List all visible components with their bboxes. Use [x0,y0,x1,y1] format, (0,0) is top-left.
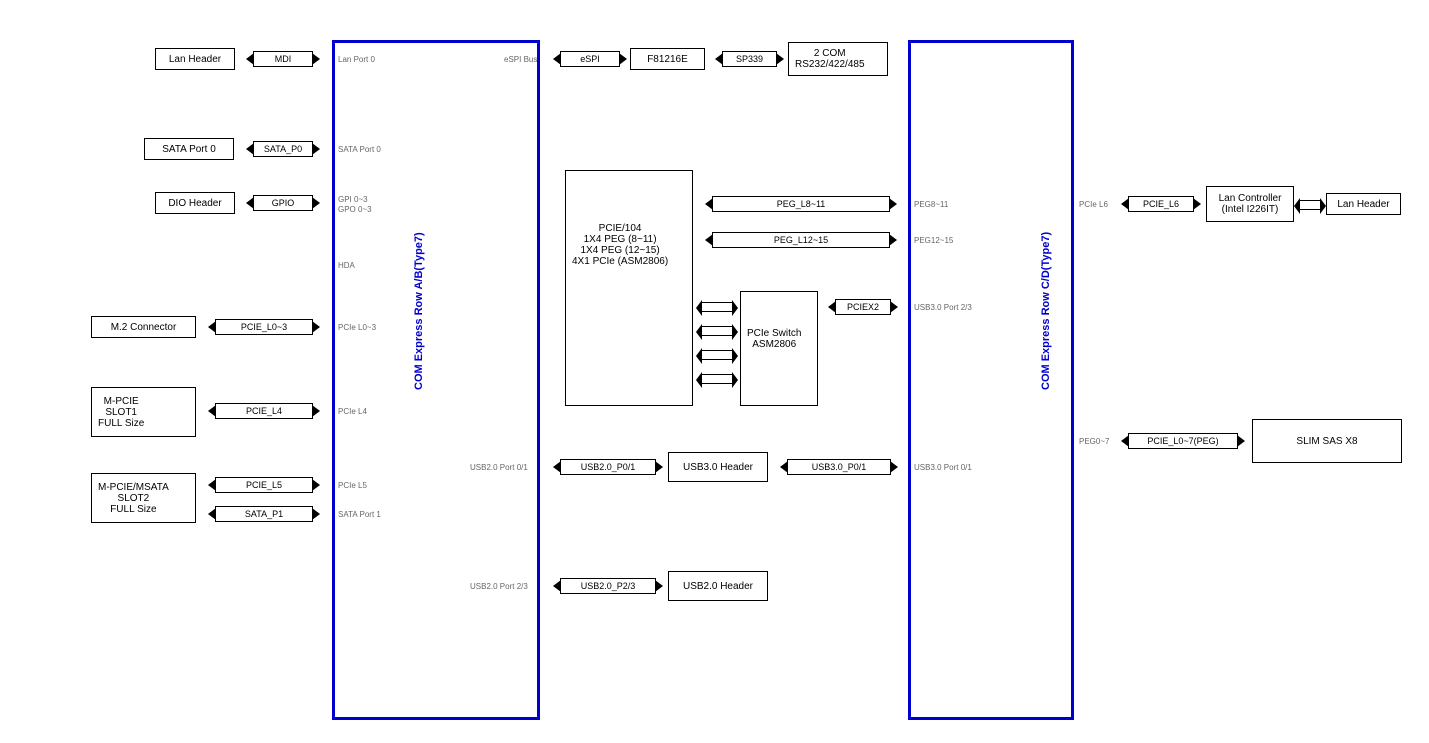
gpio-label: GPIO [272,198,295,208]
pciex2-label: PCIEX2 [847,302,879,312]
sata-p1-arrow: SATA_P1 [215,506,313,522]
dio-header-box: DIO Header [155,192,235,214]
pcie-l0-3-arrow: PCIE_L0~3 [215,319,313,335]
usb20-header-box: USB2.0 Header [668,571,768,601]
usb30-01-pin: USB3.0 Port 0/1 [914,463,972,472]
lan-ctrl-conn [1300,200,1320,210]
row-cd-label: COM Express Row C/D(Type7) [1040,180,1052,390]
row-ab-box [332,40,540,720]
usb30-p01-label: USB3.0_P0/1 [812,462,867,472]
pcie-l5-arrow: PCIE_L5 [215,477,313,493]
mpcie2-box: M-PCIE/MSATA SLOT2 FULL Size [91,473,196,523]
pcie-switch-box: PCIe Switch ASM2806 [740,291,818,406]
pcie-l4-pin: PCIe L4 [338,407,367,416]
pcie-sw-conn-4 [702,374,732,384]
lan-controller-box: Lan Controller (Intel I226IT) [1206,186,1294,222]
espi-arrow: eSPI [560,51,620,67]
pcie-l4-arrow: PCIE_L4 [215,403,313,419]
usb20-01-pin: USB2.0 Port 0/1 [470,463,528,472]
pcie-sw-conn-2 [702,326,732,336]
peg12-15-pin: PEG12~15 [914,236,953,245]
espi-bus-pin: eSPI Bus [504,55,537,64]
f81216e-box: F81216E [630,48,705,70]
usb20-p01-arrow: USB2.0_P0/1 [560,459,656,475]
pcie-l4-label: PCIE_L4 [246,406,282,416]
m2-connector-box: M.2 Connector [91,316,196,338]
pcie-l0-3-pin: PCIe L0~3 [338,323,376,332]
sp339-label: SP339 [736,54,763,64]
mdi-label: MDI [275,54,292,64]
usb20-p01-label: USB2.0_P0/1 [581,462,636,472]
pcie-l0-3-label: PCIE_L0~3 [241,322,287,332]
sp339-arrow: SP339 [722,51,777,67]
row-ab-label: COM Express Row A/B(Type7) [413,180,425,390]
pcie104-box: PCIE/104 1X4 PEG (8~11) 1X4 PEG (12~15) … [565,170,693,406]
pcie-sw-conn-3 [702,350,732,360]
peg-l8-11-arrow: PEG_L8~11 [712,196,890,212]
pcie-l5-label: PCIE_L5 [246,480,282,490]
com2-box: 2 COM RS232/422/485 [788,42,888,76]
lan-header-right-box: Lan Header [1326,193,1401,215]
usb30-23-pin: USB3.0 Port 2/3 [914,303,972,312]
slim-sas-box: SLIM SAS X8 [1252,419,1402,463]
usb20-p23-arrow: USB2.0_P2/3 [560,578,656,594]
peg0-7-pin: PEG0~7 [1079,437,1109,446]
peg-l8-11-label: PEG_L8~11 [777,199,826,209]
sata-port1-pin: SATA Port 1 [338,510,381,519]
peg8-11-pin: PEG8~11 [914,200,948,209]
pcie-sw-conn-1 [702,302,732,312]
sata-p0-arrow: SATA_P0 [253,141,313,157]
gpio-arrow: GPIO [253,195,313,211]
pcie-l6-label: PCIE_L6 [1143,199,1179,209]
mdi-arrow: MDI [253,51,313,67]
gpi-pin: GPI 0~3 [338,195,368,204]
pcie-l0-7-label: PCIE_L0~7(PEG) [1147,436,1218,446]
pciex2-arrow: PCIEX2 [835,299,891,315]
usb30-header-box: USB3.0 Header [668,452,768,482]
sata-port0-box: SATA Port 0 [144,138,234,160]
gpo-pin: GPO 0~3 [338,205,372,214]
espi-label: eSPI [580,54,600,64]
mpcie1-box: M-PCIE SLOT1 FULL Size [91,387,196,437]
usb20-23-pin: USB2.0 Port 2/3 [470,582,528,591]
sata-p0-label: SATA_P0 [264,144,302,154]
lan-port0-pin: Lan Port 0 [338,55,375,64]
hda-pin: HDA [338,261,355,270]
pcie-l6-arrow: PCIE_L6 [1128,196,1194,212]
usb20-p23-label: USB2.0_P2/3 [581,581,636,591]
usb30-p01-arrow: USB3.0_P0/1 [787,459,891,475]
sata-port0-pin: SATA Port 0 [338,145,381,154]
peg-l12-15-label: PEG_L12~15 [774,235,828,245]
lan-header-box: Lan Header [155,48,235,70]
pcie-l5-pin: PCIe L5 [338,481,367,490]
sata-p1-label: SATA_P1 [245,509,283,519]
pcie-l0-7-arrow: PCIE_L0~7(PEG) [1128,433,1238,449]
peg-l12-15-arrow: PEG_L12~15 [712,232,890,248]
pcie-l6-pin: PCIe L6 [1079,200,1108,209]
